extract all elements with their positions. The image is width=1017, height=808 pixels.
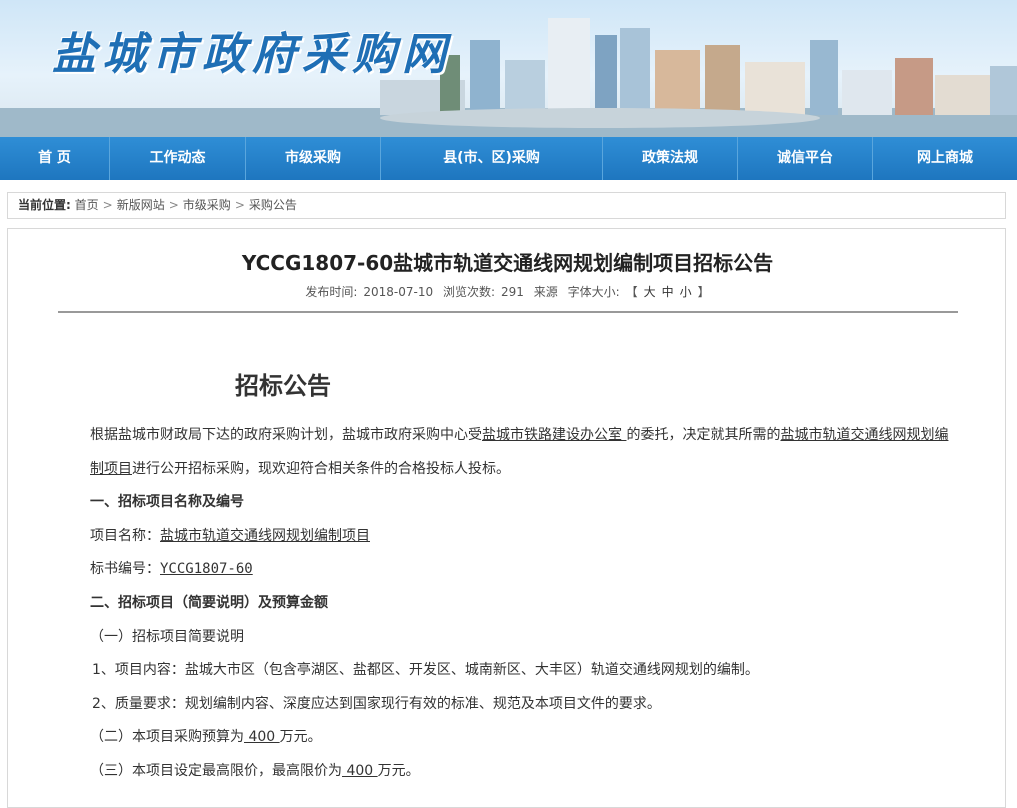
breadcrumb: 当前位置: 首页 > 新版网站 > 市级采购 > 采购公告 [7, 192, 1006, 219]
breadcrumb-separator: > [234, 198, 245, 212]
source-label: 来源 [533, 285, 558, 299]
main-nav: 首 页工作动态 市级采购 县(市、区)采购 政策法规 诚信平台 网上商城 [0, 137, 1017, 180]
font-size-open-bracket: 【 [625, 285, 638, 299]
title-divider [58, 311, 958, 313]
budget-value: 400 [244, 729, 280, 746]
section-1-title: 一、招标项目名称及编号 [90, 494, 244, 511]
nav-item-policies[interactable]: 政策法规 [603, 137, 738, 180]
nav-item-credit-platform[interactable]: 诚信平台 [738, 137, 873, 180]
font-size-close-bracket: 】 [697, 285, 710, 299]
intro-paragraph: 根据盐城市财政局下达的政府采购计划，盐城市政府采购中心受盐城市铁路建设办公室 的… [58, 419, 958, 486]
breadcrumb-label: 当前位置: [18, 198, 71, 212]
item-1-content: 1、项目内容：盐城大市区（包含亭湖区、盐都区、开发区、城南新区、大丰区）轨道交通… [92, 662, 759, 679]
max-price-prefix: （三）本项目设定最高限价，最高限价为 [90, 762, 342, 779]
header-banner: 盐城市政府采购网 [0, 0, 1017, 137]
budget-line: （二）本项目采购预算为 400 万元。 [58, 721, 958, 755]
font-size-small-button[interactable]: 小 [680, 285, 692, 299]
announcement-heading: 招标公告 [235, 372, 331, 400]
breadcrumb-separator: > [102, 198, 113, 212]
project-name-line: 项目名称：盐城市轨道交通线网规划编制项目 [58, 520, 958, 554]
max-price-line: （三）本项目设定最高限价，最高限价为 400 万元。 [58, 755, 958, 789]
breadcrumb-announcement[interactable]: 采购公告 [249, 198, 297, 212]
font-size-medium-button[interactable]: 中 [662, 285, 674, 299]
views-count: 291 [500, 285, 524, 299]
site-title: 盐城市政府采购网 [52, 29, 452, 80]
article-container: YCCG1807-60盐城市轨道交通线网规划编制项目招标公告 发布时间: 2018… [7, 228, 1006, 808]
project-name-label: 项目名称： [90, 527, 160, 544]
font-size-label: 字体大小: [567, 285, 620, 299]
breadcrumb-new-site[interactable]: 新版网站 [117, 198, 165, 212]
budget-suffix: 万元。 [279, 729, 322, 746]
nav-item-county-procurement[interactable]: 县(市、区)采购 [381, 137, 603, 180]
max-price-suffix: 万元。 [377, 762, 420, 779]
project-code-line: 标书编号：YCCG1807-60 [58, 553, 958, 587]
max-price-value: 400 [342, 762, 378, 779]
nav-item-work-news[interactable]: 工作动态 [110, 137, 246, 180]
intro-text-3: 进行公开招标采购，现欢迎符合相关条件的合格投标人投标。 [132, 460, 510, 477]
nav-item-online-mall[interactable]: 网上商城 [873, 137, 1017, 180]
item-2-quality: 2、质量要求：规划编制内容、深度应达到国家现行有效的标准、规范及本项目文件的要求… [92, 695, 661, 712]
publish-label: 发布时间: [305, 285, 358, 299]
intro-text-1: 根据盐城市财政局下达的政府采购计划，盐城市政府采购中心受 [90, 427, 482, 443]
nav-item-home[interactable]: 首 页 [0, 137, 110, 180]
breadcrumb-home[interactable]: 首页 [75, 198, 99, 212]
budget-prefix: （二）本项目采购预算为 [90, 729, 244, 746]
client-name: 盐城市铁路建设办公室 [482, 427, 627, 443]
intro-text-2: 的委托，决定就其所需的 [626, 427, 781, 443]
project-name-value: 盐城市轨道交通线网规划编制项目 [160, 527, 370, 544]
breadcrumb-separator: > [168, 198, 179, 212]
breadcrumb-city-procurement[interactable]: 市级采购 [183, 198, 231, 212]
article-meta: 发布时间: 2018-07-10 浏览次数: 291 来源 字体大小: 【大中小】 [8, 283, 1007, 300]
subsection-1-title: （一）招标项目简要说明 [90, 628, 244, 645]
views-label: 浏览次数: [442, 285, 495, 299]
project-code-label: 标书编号： [90, 561, 160, 578]
article-title: YCCG1807-60盐城市轨道交通线网规划编制项目招标公告 [241, 251, 774, 275]
section-2-title: 二、招标项目（简要说明）及预算金额 [90, 594, 328, 611]
article-body: 根据盐城市财政局下达的政府采购计划，盐城市政府采购中心受盐城市铁路建设办公室 的… [58, 419, 958, 789]
nav-item-city-procurement[interactable]: 市级采购 [246, 137, 381, 180]
project-code-value: YCCG1807-60 [160, 561, 253, 578]
publish-date: 2018-07-10 [363, 285, 434, 299]
font-size-large-button[interactable]: 大 [644, 285, 656, 299]
